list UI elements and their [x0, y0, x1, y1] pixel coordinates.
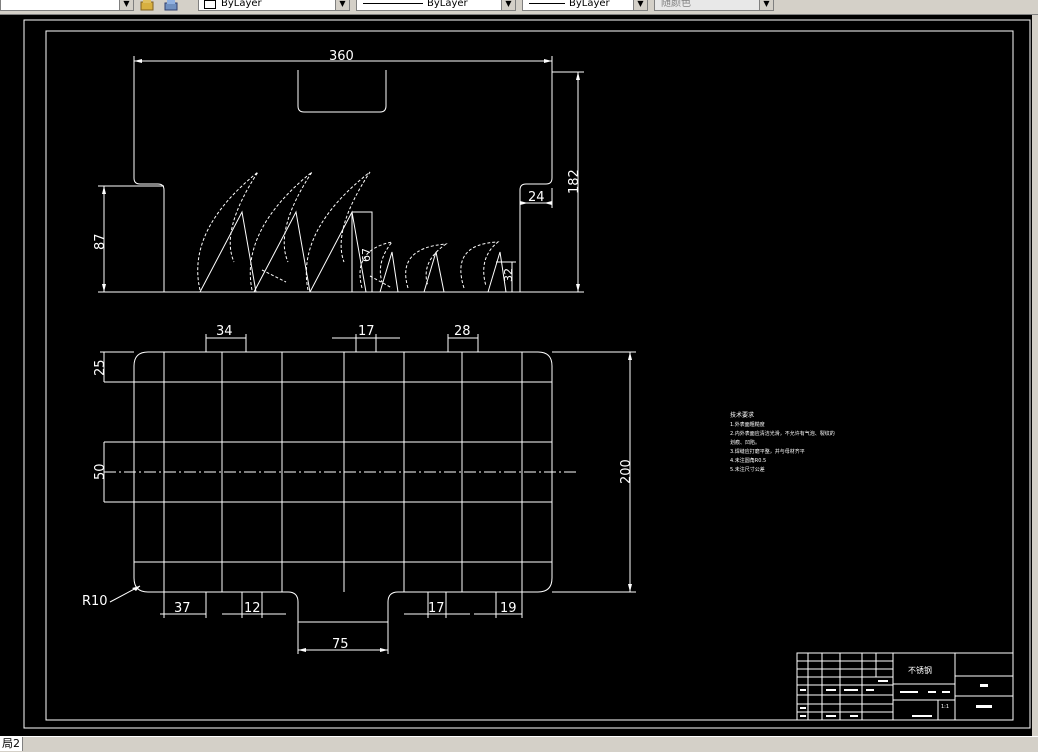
dim-17-top: 17 — [358, 324, 375, 339]
sheet-inner-border — [45, 30, 1014, 721]
dim-75: 75 — [332, 637, 349, 652]
notes-line-2: 2.内外表面应清洁光滑，不允许有气泡、裂纹的 — [730, 430, 835, 437]
color-combo[interactable]: ByLayer ▼ — [198, 0, 350, 11]
dim-34: 34 — [216, 324, 233, 339]
color-swatch-icon — [204, 0, 216, 9]
dim-left-87: 87 — [93, 233, 108, 250]
dim-19: 19 — [500, 601, 517, 616]
dim-width-360: 360 — [329, 49, 354, 64]
color-combo-value: ByLayer — [221, 0, 262, 9]
dim-step-24: 24 — [528, 190, 545, 205]
notes-line-4: 3.焊缝应打磨平整，并与母材齐平 — [730, 448, 805, 455]
dim-small-32: 32 — [502, 268, 515, 282]
dim-25: 25 — [93, 359, 108, 376]
drawing-canvas[interactable]: 360 182 87 24 67 32 34 17 28 25 50 200 R… — [0, 15, 1038, 736]
linetype-preview-icon — [363, 3, 423, 4]
dim-200: 200 — [619, 459, 634, 484]
chevron-down-icon[interactable]: ▼ — [119, 0, 133, 10]
dim-50: 50 — [93, 463, 108, 480]
dim-37: 37 — [174, 601, 191, 616]
layer-combo[interactable]: ▼ — [0, 0, 134, 11]
notes-line-1: 1.外表面粗糙度 — [730, 421, 765, 428]
layer-make-current-icon[interactable] — [140, 0, 154, 11]
dim-fin-67: 67 — [360, 248, 373, 262]
tab-layout-2[interactable]: 局2 — [0, 737, 23, 751]
top-view-hidden-arcs — [197, 171, 500, 291]
lineweight-combo[interactable]: ByLayer ▼ — [522, 0, 648, 11]
title-block-scale: 1:1 — [941, 704, 949, 710]
technical-notes: 技术要求 1.外表面粗糙度 2.内外表面应清洁光滑，不允许有气泡、裂纹的 划痕、… — [730, 411, 835, 473]
properties-toolbar: ▼ ByLayer ▼ ByLayer ▼ ByLayer ▼ 随颜色 ▼ — [0, 0, 1038, 15]
linetype-combo-value: ByLayer — [427, 0, 468, 9]
title-block-small-text — [800, 680, 992, 717]
notes-line-5: 4.未注圆角R0.5 — [730, 457, 766, 464]
vertical-scrollbar[interactable] — [1032, 15, 1038, 736]
sheet-outer-border — [23, 19, 1031, 729]
chevron-down-icon[interactable]: ▼ — [633, 0, 647, 10]
dim-12: 12 — [244, 601, 261, 616]
layout-tab-bar: 局2 — [0, 736, 1038, 752]
notes-line-3: 划痕、凹陷。 — [730, 439, 760, 446]
chevron-down-icon[interactable]: ▼ — [759, 0, 773, 10]
dim-17-bottom: 17 — [428, 601, 445, 616]
lineweight-combo-value: ByLayer — [569, 0, 610, 9]
dim-28: 28 — [454, 324, 471, 339]
dim-height-182: 182 — [567, 169, 582, 194]
chevron-down-icon[interactable]: ▼ — [501, 0, 515, 10]
notes-line-6: 5.未注尺寸公差 — [730, 466, 765, 473]
cad-drawing[interactable]: 360 182 87 24 67 32 34 17 28 25 50 200 R… — [0, 15, 1038, 736]
title-block-material: 不锈钢 — [908, 665, 932, 675]
plotstyle-combo-value: 随颜色 — [661, 0, 691, 9]
plotstyle-combo[interactable]: 随颜色 ▼ — [654, 0, 774, 11]
notes-title: 技术要求 — [730, 411, 754, 419]
lineweight-preview-icon — [529, 3, 565, 4]
chevron-down-icon[interactable]: ▼ — [335, 0, 349, 10]
dim-radius-r10: R10 — [82, 594, 108, 609]
layer-previous-icon[interactable] — [164, 0, 178, 11]
top-view — [98, 56, 584, 293]
linetype-combo[interactable]: ByLayer ▼ — [356, 0, 516, 11]
